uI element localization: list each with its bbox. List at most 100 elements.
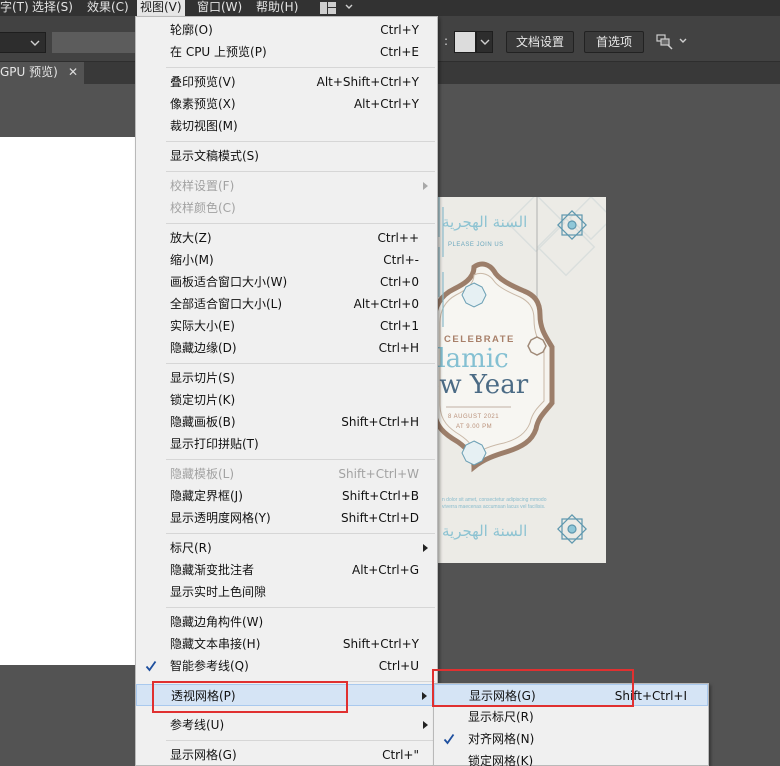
menu-item-label: 隐藏边缘(D): [170, 341, 237, 355]
artboard[interactable]: [0, 137, 138, 665]
menu-item-show-live-paint-gaps[interactable]: 显示实时上色间隙: [136, 581, 437, 603]
document-tab[interactable]: GPU 预览) ✕: [0, 62, 84, 84]
menu-item-show-slices[interactable]: 显示切片(S): [136, 367, 437, 389]
menu-item-pixel-preview[interactable]: 像素预览(X) Alt+Ctrl+Y: [136, 93, 437, 115]
menu-item-hide-template[interactable]: 隐藏模板(L) Shift+Ctrl+W: [136, 463, 437, 485]
menu-item-label: 显示网格(G): [469, 689, 536, 703]
menu-item-label: 全部适合窗口大小(L): [170, 297, 283, 311]
menu-item-label: 标尺(R): [170, 541, 212, 555]
menu-item-guides[interactable]: 参考线(U): [136, 714, 437, 736]
menu-item-label: 叠印预览(V): [170, 75, 236, 89]
poster-title-line2: ew Year: [436, 370, 529, 400]
menu-item-label: 隐藏渐变批注者: [170, 563, 255, 577]
checkmark-icon: [145, 660, 157, 672]
menu-item-label: 实际大小(E): [170, 319, 235, 333]
menu-view[interactable]: 视图(V): [137, 0, 185, 16]
menu-item-label: 锁定网格(K): [468, 754, 534, 766]
menu-item-trim-view[interactable]: 裁切视图(M): [136, 115, 437, 137]
menu-item-fit-artboard[interactable]: 画板适合窗口大小(W) Ctrl+0: [136, 271, 437, 293]
color-swatch[interactable]: [454, 31, 476, 53]
checkmark-icon: [443, 733, 455, 745]
menu-item-show-print-tiling[interactable]: 显示打印拼贴(T): [136, 433, 437, 455]
menu-separator: [166, 533, 435, 534]
menu-item-label: 显示网格(G): [170, 748, 237, 762]
style-dropdown[interactable]: [0, 32, 46, 53]
menu-item-zoom-in[interactable]: 放大(Z) Ctrl++: [136, 227, 437, 249]
chevron-down-icon: [480, 39, 490, 45]
menu-item-label: 显示打印拼贴(T): [170, 437, 259, 451]
submenu-arrow-icon: [423, 721, 428, 729]
field-label: :: [444, 34, 449, 48]
menu-item-shortcut: Ctrl+U: [378, 659, 419, 673]
menu-item-shortcut: Alt+Ctrl+Y: [353, 97, 419, 111]
menu-item-label: 校样颜色(C): [170, 201, 236, 215]
submenu-item-lock-grid[interactable]: 锁定网格(K): [434, 750, 708, 766]
menu-item-shortcut: Shift+Ctrl+D: [341, 511, 419, 525]
document-setup-button[interactable]: 文档设置: [506, 31, 574, 53]
submenu-item-show-rulers[interactable]: 显示标尺(R): [434, 706, 708, 728]
menu-item-actual-size[interactable]: 实际大小(E) Ctrl+1: [136, 315, 437, 337]
menu-separator: [166, 67, 435, 68]
menu-item-hide-gradient-annotator[interactable]: 隐藏渐变批注者 Alt+Ctrl+G: [136, 559, 437, 581]
swatch-dropdown[interactable]: [476, 31, 493, 53]
menu-item-rulers[interactable]: 标尺(R): [136, 537, 437, 559]
chevron-down-icon[interactable]: [344, 2, 354, 12]
menu-separator: [166, 141, 435, 142]
menu-item-shortcut: Ctrl+-: [383, 253, 419, 267]
menu-item-shortcut: Alt+Ctrl+G: [351, 563, 419, 577]
menu-item-shortcut: Shift+Ctrl+I: [614, 689, 687, 703]
opacity-field[interactable]: [52, 32, 138, 53]
menu-item-outline[interactable]: 轮廓(O) Ctrl+Y: [136, 19, 437, 41]
menu-separator: [166, 459, 435, 460]
menu-item-preview-on-cpu[interactable]: 在 CPU 上预览(P) Ctrl+E: [136, 41, 437, 63]
arrange-icon[interactable]: [656, 33, 674, 51]
chevron-down-icon[interactable]: [678, 36, 688, 46]
menu-item-proof-colors[interactable]: 校样颜色(C): [136, 197, 437, 219]
menu-item-label: 在 CPU 上预览(P): [170, 45, 267, 59]
menu-select[interactable]: 选择(S): [29, 0, 76, 16]
menu-separator: [166, 740, 435, 741]
close-icon[interactable]: ✕: [68, 62, 78, 83]
menu-item-show-transparency-grid[interactable]: 显示透明度网格(Y) Shift+Ctrl+D: [136, 507, 437, 529]
menu-item-label: 显示透明度网格(Y): [170, 511, 271, 525]
menu-item-label: 显示切片(S): [170, 371, 235, 385]
menu-item-shortcut: Ctrl++: [377, 231, 419, 245]
menu-item-hide-bounding-box[interactable]: 隐藏定界框(J) Shift+Ctrl+B: [136, 485, 437, 507]
menu-window[interactable]: 窗口(W): [194, 0, 245, 16]
menu-item-hide-artboards[interactable]: 隐藏画板(B) Shift+Ctrl+H: [136, 411, 437, 433]
menu-item-shortcut: Ctrl+0: [379, 275, 419, 289]
poster-body-text: n dolor sit amet, consectetur adipiscing…: [442, 497, 547, 510]
menu-item-hide-text-threads[interactable]: 隐藏文本串接(H) Shift+Ctrl+Y: [136, 633, 437, 655]
menu-item-lock-slices[interactable]: 锁定切片(K): [136, 389, 437, 411]
menu-item-label: 校样设置(F): [170, 179, 235, 193]
poster-arabic-title: السنة الهجرية: [442, 213, 528, 231]
menu-item-hide-edges[interactable]: 隐藏边缘(D) Ctrl+H: [136, 337, 437, 359]
poster-date: 8 AUGUST 2021: [448, 414, 500, 420]
menu-item-overprint-preview[interactable]: 叠印预览(V) Alt+Shift+Ctrl+Y: [136, 71, 437, 93]
menu-item-show-grid[interactable]: 显示网格(G) Ctrl+": [136, 744, 437, 766]
menu-item-fit-all[interactable]: 全部适合窗口大小(L) Alt+Ctrl+0: [136, 293, 437, 315]
menu-item-hide-corner-widget[interactable]: 隐藏边角构件(W): [136, 611, 437, 633]
menu-item-label: 显示实时上色间隙: [170, 585, 267, 599]
poster-arabic-footer: السنة الهجرية: [442, 522, 528, 540]
menu-separator: [166, 223, 435, 224]
perspective-grid-submenu: 显示网格(G) Shift+Ctrl+I 显示标尺(R) 对齐网格(N) 锁定网格…: [433, 683, 709, 766]
menu-text[interactable]: 字(T): [0, 0, 32, 16]
menu-item-label: 隐藏定界框(J): [170, 489, 243, 503]
menu-item-zoom-out[interactable]: 缩小(M) Ctrl+-: [136, 249, 437, 271]
menu-effect[interactable]: 效果(C): [84, 0, 132, 16]
preferences-button[interactable]: 首选项: [584, 31, 644, 53]
menu-item-presentation-mode[interactable]: 显示文稿模式(S): [136, 145, 437, 167]
menu-item-smart-guides[interactable]: 智能参考线(Q) Ctrl+U: [136, 655, 437, 677]
submenu-item-show-grid[interactable]: 显示网格(G) Shift+Ctrl+I: [434, 684, 708, 706]
submenu-item-snap-to-grid[interactable]: 对齐网格(N): [434, 728, 708, 750]
menu-item-proof-setup[interactable]: 校样设置(F): [136, 175, 437, 197]
menu-item-label: 显示文稿模式(S): [170, 149, 259, 163]
menu-separator: [166, 363, 435, 364]
menu-separator: [166, 681, 435, 682]
workspace-layout-icon[interactable]: [320, 2, 336, 14]
poster-artwork[interactable]: السنة الهجرية PLEASE JOIN US CELEBRATE s…: [436, 197, 606, 563]
menu-help[interactable]: 帮助(H): [253, 0, 301, 16]
menu-item-label: 隐藏模板(L): [170, 467, 235, 481]
menu-item-perspective-grid[interactable]: 透视网格(P): [136, 684, 437, 706]
